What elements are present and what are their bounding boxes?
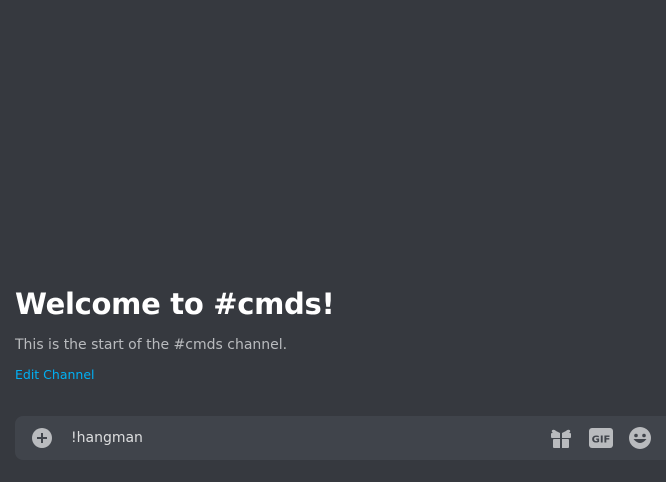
message-list: Welcome to #cmds! This is the start of t… xyxy=(0,0,666,410)
add-attachment-button[interactable] xyxy=(32,428,52,448)
channel-welcome: Welcome to #cmds! This is the start of t… xyxy=(15,284,335,383)
gif-label: GIF xyxy=(592,435,611,446)
welcome-title: Welcome to #cmds! xyxy=(15,287,335,321)
message-composer: !hangman GIF xyxy=(15,416,666,460)
chat-view: Welcome to #cmds! This is the start of t… xyxy=(0,0,666,482)
message-input[interactable]: !hangman xyxy=(71,416,531,460)
gif-button[interactable]: GIF xyxy=(588,427,613,449)
gift-icon xyxy=(551,429,571,448)
edit-channel-link[interactable]: Edit Channel xyxy=(15,367,95,383)
gif-icon: GIF xyxy=(589,428,613,448)
add-circle-icon xyxy=(32,428,52,448)
emoji-button[interactable] xyxy=(628,427,652,449)
gift-button[interactable] xyxy=(549,427,573,449)
welcome-subtitle: This is the start of the #cmds channel. xyxy=(15,337,288,353)
emoji-smile-icon xyxy=(629,427,651,449)
